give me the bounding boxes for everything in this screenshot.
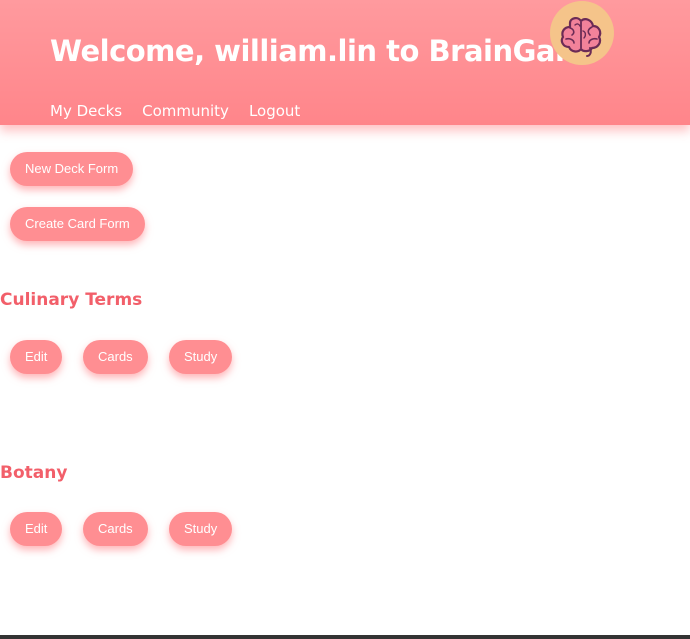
- deck-study-button[interactable]: Study: [169, 512, 233, 546]
- create-card-form-button[interactable]: Create Card Form: [10, 207, 145, 241]
- deck-edit-button[interactable]: Edit: [10, 512, 63, 546]
- deck-cards-button[interactable]: Cards: [83, 340, 148, 374]
- nav-link-community[interactable]: Community: [142, 102, 229, 120]
- page: Welcome, william.lin to BrainGain My Dec…: [0, 0, 690, 639]
- nav-link-my-decks[interactable]: My Decks: [50, 102, 122, 120]
- header: Welcome, william.lin to BrainGain My Dec…: [0, 0, 690, 125]
- new-deck-form-button[interactable]: New Deck Form: [10, 152, 134, 186]
- deck-title: Culinary Terms: [0, 290, 143, 310]
- deck-study-button[interactable]: Study: [169, 340, 233, 374]
- main-nav: My Decks Community Logout: [50, 102, 300, 120]
- deck-title: Botany: [0, 463, 68, 483]
- deck-cards-button[interactable]: Cards: [83, 512, 148, 546]
- brain-icon: [550, 1, 614, 65]
- page-title: Welcome, william.lin to BrainGain: [50, 34, 585, 68]
- deck-edit-button[interactable]: Edit: [10, 340, 63, 374]
- brain-icon-graphic: [560, 17, 602, 57]
- nav-link-logout[interactable]: Logout: [249, 102, 300, 120]
- bottom-edge-bar: [0, 635, 690, 639]
